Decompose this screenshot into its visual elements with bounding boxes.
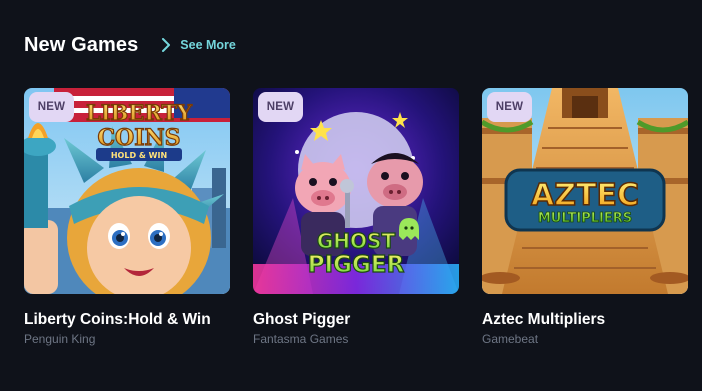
- game-title[interactable]: Ghost Pigger: [253, 311, 459, 329]
- game-thumbnail[interactable]: LIBERTY COINS HOLD & WIN NEW: [24, 88, 230, 294]
- game-card-list: LIBERTY COINS HOLD & WIN NEW Liberty Coi…: [24, 88, 688, 347]
- game-provider[interactable]: Gamebeat: [482, 331, 688, 347]
- game-title[interactable]: Liberty Coins:Hold & Win: [24, 311, 230, 329]
- new-games-section: New Games See More LIBERTY COINS HOLD & …: [0, 0, 702, 391]
- new-badge: NEW: [258, 92, 303, 122]
- game-thumbnail[interactable]: AZTEC MULTIPLIERS NEW: [482, 88, 688, 294]
- see-more-label: See More: [180, 38, 236, 52]
- svg-text:AZTEC: AZTEC: [531, 178, 639, 213]
- game-provider[interactable]: Fantasma Games: [253, 331, 459, 347]
- svg-text:PIGGER: PIGGER: [308, 252, 405, 278]
- game-card-liberty-coins[interactable]: LIBERTY COINS HOLD & WIN NEW Liberty Coi…: [24, 88, 230, 347]
- section-title: New Games: [24, 33, 139, 56]
- svg-text:GHOST: GHOST: [317, 229, 396, 253]
- game-provider[interactable]: Penguin King: [24, 331, 230, 347]
- game-card-aztec-multipliers[interactable]: AZTEC MULTIPLIERS NEW Aztec Multipliers …: [482, 88, 688, 347]
- svg-text:HOLD & WIN: HOLD & WIN: [111, 151, 167, 160]
- chevron-right-icon: [160, 37, 172, 53]
- see-more-link[interactable]: See More: [160, 37, 236, 53]
- game-thumbnail[interactable]: GHOST PIGGER NEW: [253, 88, 459, 294]
- new-badge: NEW: [29, 92, 74, 122]
- svg-text:MULTIPLIERS: MULTIPLIERS: [538, 211, 632, 226]
- svg-text:COINS: COINS: [98, 125, 181, 151]
- svg-text:LIBERTY: LIBERTY: [86, 100, 193, 125]
- new-badge: NEW: [487, 92, 532, 122]
- game-card-ghost-pigger[interactable]: GHOST PIGGER NEW Ghost Pigger Fantasma G…: [253, 88, 459, 347]
- section-header: New Games See More: [24, 31, 236, 59]
- game-title[interactable]: Aztec Multipliers: [482, 311, 688, 329]
